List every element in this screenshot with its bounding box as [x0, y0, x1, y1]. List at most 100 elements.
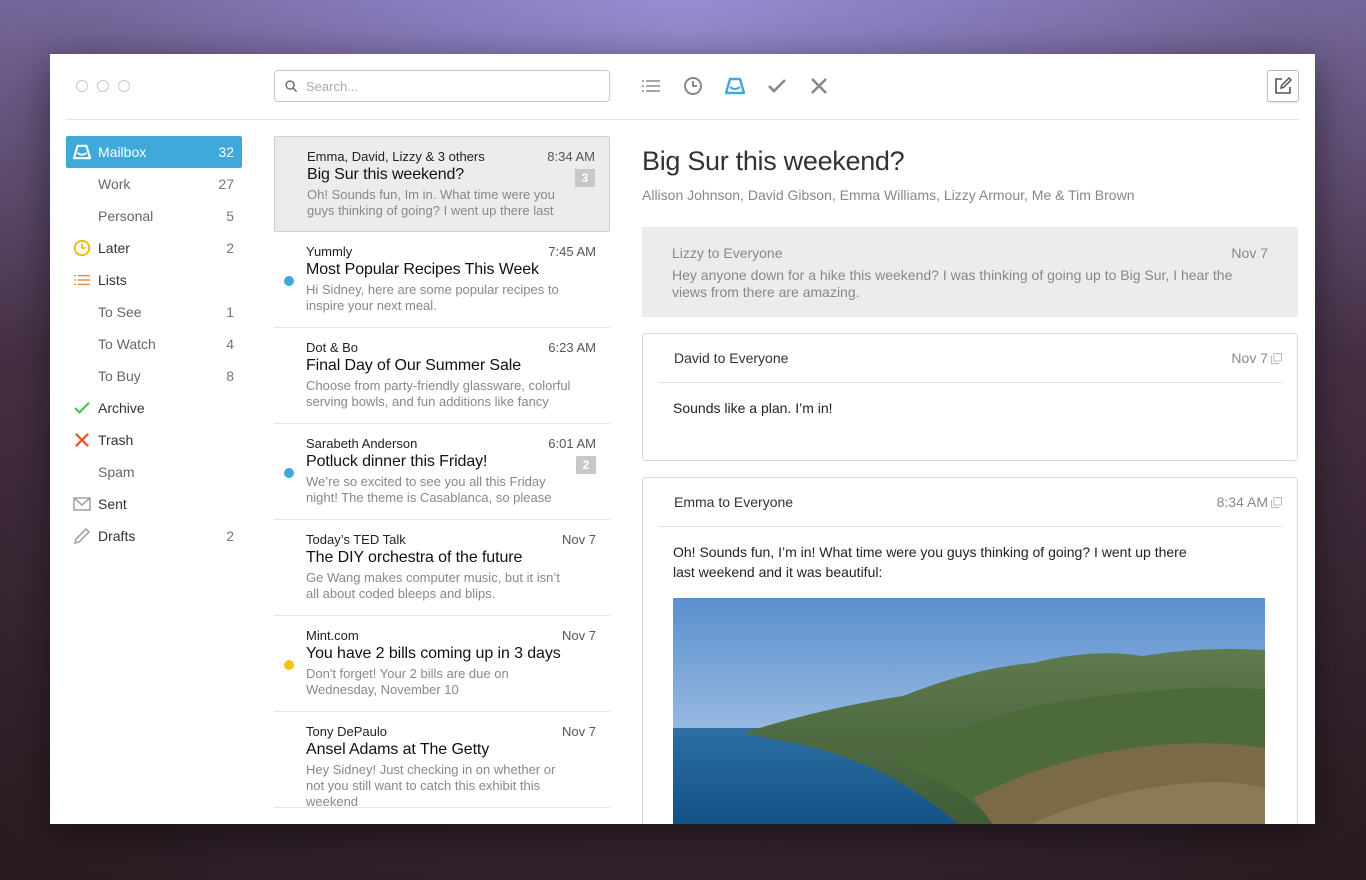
message-subject: Most Popular Recipes This Week — [306, 261, 539, 278]
expand-icon[interactable] — [1271, 496, 1282, 508]
message-date: Nov 7 — [1231, 350, 1268, 366]
sidebar-item-to-see[interactable]: To See 1 — [66, 296, 242, 328]
message-sender: Today’s TED Talk — [306, 532, 406, 547]
sidebar-item-count: 27 — [218, 176, 234, 192]
message-sender: David to Everyone — [674, 350, 789, 366]
list-icon — [642, 80, 660, 92]
mailbox-button[interactable] — [724, 74, 746, 98]
attached-photo — [673, 598, 1265, 824]
sidebar-item-label: Spam — [98, 464, 135, 480]
sidebar: Mailbox 32 Work 27 Personal 5 Later 2 Li… — [66, 136, 242, 552]
list-item[interactable]: Mint.com Nov 7 You have 2 bills coming u… — [274, 616, 610, 712]
collapsed-message[interactable]: Lizzy to Everyone Nov 7 Hey anyone down … — [642, 227, 1298, 317]
list-item[interactable]: Dot & Bo 6:23 AM Final Day of Our Summer… — [274, 328, 610, 424]
sidebar-item-label: Work — [98, 176, 131, 192]
message-time: Nov 7 — [562, 724, 596, 739]
window-controls — [76, 80, 130, 92]
zoom-window-button[interactable] — [118, 80, 130, 92]
clock-icon — [684, 77, 702, 95]
sidebar-item-label: To See — [98, 304, 142, 320]
sidebar-item-drafts[interactable]: Drafts 2 — [66, 520, 242, 552]
sidebar-item-label: Trash — [98, 432, 134, 448]
list-item[interactable]: Yummly 7:45 AM Most Popular Recipes This… — [274, 232, 610, 328]
sidebar-item-trash[interactable]: Trash — [66, 424, 242, 456]
checkmark-icon — [768, 79, 786, 93]
message-preview: Oh! Sounds fun, Im in. What time were yo… — [307, 187, 555, 218]
header-divider — [66, 119, 1299, 120]
mailbox-icon — [725, 77, 745, 95]
sidebar-item-label: Sent — [98, 496, 127, 512]
sidebar-item-label: Drafts — [98, 528, 136, 544]
message-card[interactable]: David to Everyone Nov 7 Sounds like a pl… — [642, 333, 1298, 461]
search-box[interactable] — [274, 70, 610, 102]
list-item[interactable]: Emma, David, Lizzy & 3 others 8:34 AM Bi… — [274, 136, 610, 232]
message-body: Oh! Sounds fun, I’m in! What time were y… — [673, 544, 1187, 580]
message-preview: Choose from party-friendly glassware, co… — [306, 378, 571, 409]
message-date: Nov 7 — [1231, 245, 1268, 261]
sidebar-item-label: Personal — [98, 208, 154, 224]
thread-count-badge: 2 — [576, 456, 596, 474]
sidebar-item-count: 2 — [226, 528, 234, 544]
sidebar-item-to-buy[interactable]: To Buy 8 — [66, 360, 242, 392]
message-preview: Don't forget! Your 2 bills are due on We… — [306, 666, 509, 697]
list-item[interactable]: Today’s TED Talk Nov 7 The DIY orchestra… — [274, 520, 610, 616]
unread-dot — [284, 468, 294, 478]
message-header: Emma to Everyone 8:34 AM — [658, 478, 1282, 527]
message-subject: The DIY orchestra of the future — [306, 549, 523, 566]
sidebar-item-label: To Watch — [98, 336, 156, 352]
unread-dot — [284, 660, 294, 670]
sidebar-item-to-watch[interactable]: To Watch 4 — [66, 328, 242, 360]
message-sender: Emma to Everyone — [674, 494, 794, 510]
message-time: Nov 7 — [562, 532, 596, 547]
message-sender: Mint.com — [306, 628, 359, 643]
message-card[interactable]: Emma to Everyone 8:34 AM Oh! Sounds fun,… — [642, 477, 1298, 824]
sidebar-item-label: Later — [98, 240, 130, 256]
x-icon — [74, 432, 90, 448]
minimize-window-button[interactable] — [97, 80, 109, 92]
list-icon — [74, 274, 90, 286]
message-subject: Ansel Adams at The Getty — [306, 741, 490, 758]
message-subject: Final Day of Our Summer Sale — [306, 357, 522, 374]
sidebar-item-spam[interactable]: Spam — [66, 456, 242, 488]
sidebar-item-work[interactable]: Work 27 — [66, 168, 242, 200]
list-view-button[interactable] — [640, 74, 662, 98]
sidebar-item-count: 8 — [226, 368, 234, 384]
search-input[interactable] — [306, 78, 586, 94]
message-time: 7:45 AM — [548, 244, 596, 259]
message-sender: Lizzy to Everyone — [672, 245, 783, 261]
message-body-container: Oh! Sounds fun, I’m in! What time were y… — [643, 527, 1297, 824]
envelope-icon — [73, 497, 91, 511]
thread-title: Big Sur this weekend? — [642, 146, 905, 176]
list-item[interactable]: Tony DePaulo Nov 7 Ansel Adams at The Ge… — [274, 712, 610, 809]
sidebar-item-archive[interactable]: Archive — [66, 392, 242, 424]
message-subject: You have 2 bills coming up in 3 days — [306, 645, 561, 662]
sidebar-item-sent[interactable]: Sent — [66, 488, 242, 520]
sidebar-item-count: 4 — [226, 336, 234, 352]
coastline-photo — [673, 598, 1265, 824]
thread-count-badge: 3 — [575, 169, 595, 187]
sidebar-item-count: 1 — [226, 304, 234, 320]
list-item[interactable]: Sarabeth Anderson 6:01 AM Potluck dinner… — [274, 424, 610, 520]
sidebar-item-count: 2 — [226, 240, 234, 256]
sidebar-item-count: 32 — [218, 144, 234, 160]
close-window-button[interactable] — [76, 80, 88, 92]
sidebar-item-later[interactable]: Later 2 — [66, 232, 242, 264]
snooze-button[interactable] — [682, 74, 704, 98]
message-header: David to Everyone Nov 7 — [658, 334, 1282, 383]
archive-button[interactable] — [766, 74, 788, 98]
compose-button[interactable] — [1267, 70, 1299, 102]
message-time: Nov 7 — [562, 628, 596, 643]
message-date: 8:34 AM — [1216, 494, 1268, 510]
sidebar-item-mailbox[interactable]: Mailbox 32 — [66, 136, 242, 168]
sidebar-item-label: Mailbox — [98, 144, 147, 160]
message-preview: We’re so excited to see you all this Fri… — [306, 474, 552, 505]
sidebar-item-personal[interactable]: Personal 5 — [66, 200, 242, 232]
trash-button[interactable] — [808, 74, 830, 98]
message-time: 8:34 AM — [547, 149, 595, 164]
message-list: Emma, David, Lizzy & 3 others 8:34 AM Bi… — [274, 136, 610, 809]
unread-dot — [284, 276, 294, 286]
sidebar-item-lists[interactable]: Lists — [66, 264, 242, 296]
expand-icon[interactable] — [1271, 352, 1282, 364]
checkmark-icon — [74, 401, 90, 414]
mailbox-icon — [73, 144, 91, 160]
